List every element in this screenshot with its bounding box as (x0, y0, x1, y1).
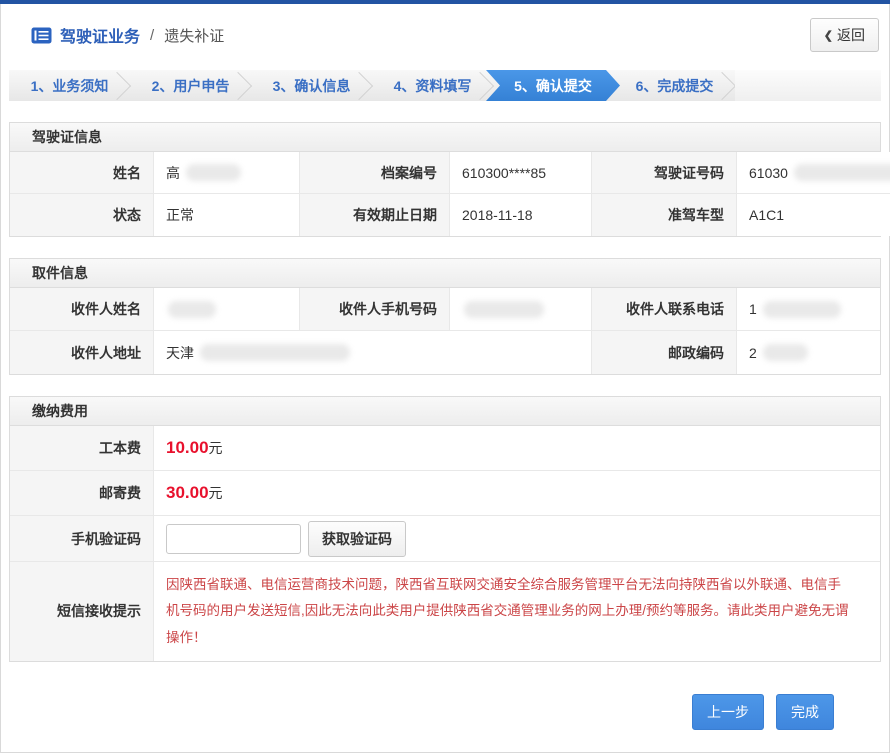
step-item-1[interactable]: 1、业务须知 (9, 70, 130, 101)
form-footer: 上一步 完成 (1, 662, 889, 740)
postage-fee-label: 邮寄费 (10, 471, 154, 516)
prev-step-button[interactable]: 上一步 (692, 694, 764, 730)
status-value: 正常 (154, 194, 300, 236)
step-item-4[interactable]: 4、资料填写 (372, 70, 493, 101)
recipient-name-value (154, 288, 300, 331)
expiry-date-value: 2018-11-18 (450, 194, 592, 236)
redacted-name (186, 164, 241, 181)
redacted-license-number (794, 164, 890, 181)
step-label: 6、完成提交 (636, 76, 714, 96)
license-number-label: 驾驶证号码 (592, 152, 737, 194)
status-label: 状态 (10, 194, 154, 236)
recipient-address-value: 天津 (154, 331, 592, 374)
section-title: 驾驶证信息 (10, 123, 880, 152)
sms-notice-label: 短信接收提示 (10, 562, 154, 661)
postage-fee-amount: 30.00 (166, 483, 209, 503)
postal-code-label: 邮政编码 (592, 331, 737, 374)
vehicle-class-value: A1C1 (737, 194, 890, 236)
pickup-info-section: 取件信息 收件人姓名 收件人手机号码 收件人联系电话 1 收件人地址 天津 (9, 258, 881, 375)
postage-fee-value: 30.00 元 (154, 471, 880, 516)
section-title: 缴纳费用 (10, 397, 880, 426)
recipient-address-label: 收件人地址 (10, 331, 154, 374)
postal-code-text: 2 (749, 345, 757, 361)
redacted-recipient-address (200, 344, 350, 361)
expiry-date-label: 有效期止日期 (300, 194, 450, 236)
postage-fee-unit: 元 (209, 483, 223, 503)
production-fee-label: 工本费 (10, 426, 154, 471)
production-fee-value: 10.00 元 (154, 426, 880, 471)
license-info-section: 驾驶证信息 姓名 高 档案编号 610300****85 驾驶证号码 61030… (9, 122, 881, 237)
step-bar-filler (735, 70, 881, 101)
license-number-value: 61030 (737, 152, 890, 194)
step-item-5-active[interactable]: 5、确认提交 (486, 70, 620, 101)
redacted-recipient-name (168, 301, 216, 318)
file-number-value: 610300****85 (450, 152, 592, 194)
get-sms-code-button[interactable]: 获取验证码 (308, 521, 406, 557)
recipient-mobile-value (450, 288, 592, 331)
step-item-6[interactable]: 6、完成提交 (614, 70, 735, 101)
breadcrumb-separator: / (150, 27, 154, 44)
back-button[interactable]: ❮ 返回 (810, 18, 879, 52)
recipient-phone-value: 1 (737, 288, 880, 331)
sms-code-row: 获取验证码 (154, 516, 880, 562)
sms-code-input[interactable] (166, 524, 301, 554)
step-label: 5、确认提交 (514, 76, 592, 96)
name-value-text: 高 (166, 163, 180, 183)
recipient-mobile-label: 收件人手机号码 (300, 288, 450, 331)
page-container: 驾驶证业务 / 遗失补证 ❮ 返回 1、业务须知 2、用户申告 3、确认信息 4… (0, 4, 890, 753)
production-fee-amount: 10.00 (166, 438, 209, 458)
recipient-name-label: 收件人姓名 (10, 288, 154, 331)
sms-notice-text: 因陕西省联通、电信运营商技术问题，陕西省互联网交通安全综合服务管理平台无法向持陕… (166, 562, 868, 661)
recipient-address-text: 天津 (166, 343, 194, 363)
vehicle-class-label: 准驾车型 (592, 194, 737, 236)
step-wizard-bar: 1、业务须知 2、用户申告 3、确认信息 4、资料填写 5、确认提交 6、完成提… (9, 70, 881, 101)
name-label: 姓名 (10, 152, 154, 194)
step-label: 4、资料填写 (394, 76, 472, 96)
sms-notice-cell: 因陕西省联通、电信运营商技术问题，陕西省互联网交通安全综合服务管理平台无法向持陕… (154, 562, 880, 661)
step-label: 3、确认信息 (273, 76, 351, 96)
step-label: 1、业务须知 (31, 76, 109, 96)
redacted-postal-code (763, 344, 808, 361)
back-button-label: 返回 (837, 25, 865, 45)
finish-button[interactable]: 完成 (776, 694, 834, 730)
postal-code-value: 2 (737, 331, 880, 374)
pickup-info-table: 收件人姓名 收件人手机号码 收件人联系电话 1 收件人地址 天津 邮政编码 (10, 288, 880, 374)
fees-table: 工本费 10.00 元 邮寄费 30.00 元 手机验证码 获取验证码 短信接收… (10, 426, 880, 661)
fees-section: 缴纳费用 工本费 10.00 元 邮寄费 30.00 元 手机验证码 获取验证码… (9, 396, 881, 662)
license-info-table: 姓名 高 档案编号 610300****85 驾驶证号码 61030 状态 正常… (10, 152, 880, 236)
app-header: 驾驶证业务 / 遗失补证 ❮ 返回 (1, 4, 889, 66)
redacted-recipient-phone (763, 301, 841, 318)
redacted-recipient-mobile (464, 301, 544, 318)
breadcrumb: 驾驶证业务 / 遗失补证 (31, 23, 224, 47)
step-item-3[interactable]: 3、确认信息 (251, 70, 372, 101)
recipient-phone-label: 收件人联系电话 (592, 288, 737, 331)
list-icon (31, 27, 52, 44)
file-number-label: 档案编号 (300, 152, 450, 194)
license-number-text: 61030 (749, 165, 788, 181)
sms-code-label: 手机验证码 (10, 516, 154, 562)
page-subtitle: 遗失补证 (164, 25, 224, 46)
step-item-2[interactable]: 2、用户申告 (130, 70, 251, 101)
name-value: 高 (154, 152, 300, 194)
step-label: 2、用户申告 (152, 76, 230, 96)
section-title: 取件信息 (10, 259, 880, 288)
recipient-phone-text: 1 (749, 301, 757, 317)
chevron-left-icon: ❮ (824, 29, 833, 42)
production-fee-unit: 元 (209, 438, 223, 458)
page-title: 驾驶证业务 (60, 23, 140, 47)
